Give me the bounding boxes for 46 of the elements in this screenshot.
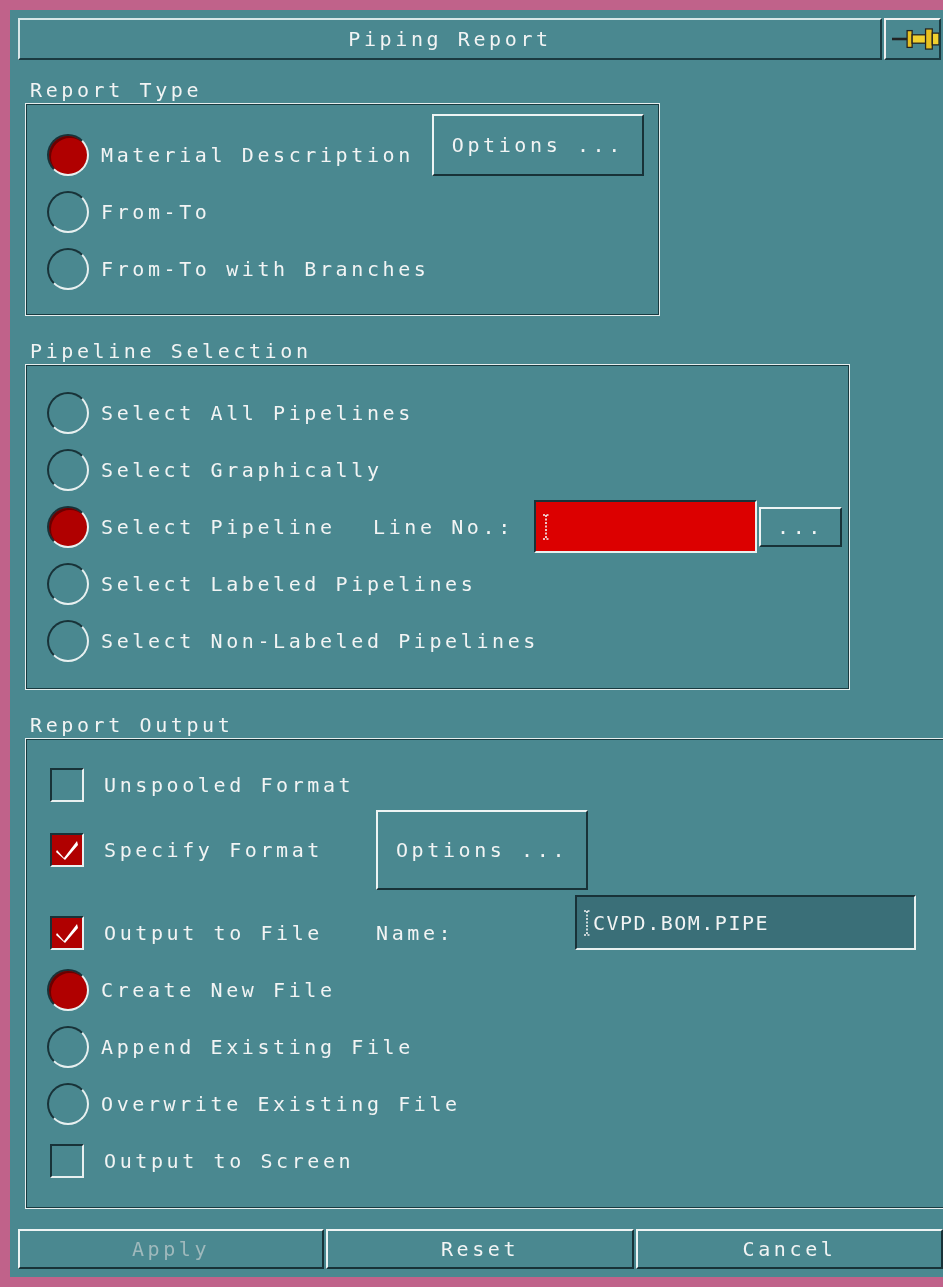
group-label: Report Type xyxy=(29,77,203,103)
option-label: Select Pipeline xyxy=(101,514,337,539)
radio-button-selected[interactable] xyxy=(47,968,89,1011)
radio-button[interactable] xyxy=(47,247,89,290)
checkbox[interactable] xyxy=(50,833,84,867)
option-label: From-To xyxy=(101,199,211,224)
radio-button[interactable] xyxy=(47,1082,89,1125)
option-label: Select Non-Labeled Pipelines xyxy=(101,628,539,653)
radio-button[interactable] xyxy=(47,190,89,233)
option-label: Specify Format xyxy=(104,838,324,862)
line-number-field[interactable] xyxy=(534,500,757,553)
option-label: From-To with Branches xyxy=(101,256,430,281)
checkbox[interactable] xyxy=(50,915,84,950)
option-label: Output to File xyxy=(104,920,324,945)
browse-button[interactable]: ... xyxy=(759,506,842,547)
dialog-button[interactable]: Cancel xyxy=(636,1229,943,1269)
text-cursor-icon xyxy=(583,909,591,936)
radio-button[interactable] xyxy=(47,1025,89,1068)
checkbox[interactable] xyxy=(50,767,84,802)
group-label: Report Output xyxy=(29,712,234,738)
field-label: Line No.: xyxy=(373,514,515,539)
option-label: Material Description xyxy=(101,142,414,167)
option-label: Create New File xyxy=(101,977,336,1002)
file-name-field[interactable]: CVPD.BOM.PIPE xyxy=(575,895,916,950)
option-label: Output to Screen xyxy=(104,1148,355,1173)
option-label: Select All Pipelines xyxy=(101,400,414,425)
option-label: Unspooled Format xyxy=(104,772,355,797)
radio-button-selected[interactable] xyxy=(47,505,89,548)
radio-button[interactable] xyxy=(47,448,89,491)
radio-button[interactable] xyxy=(47,391,89,434)
group-label: Pipeline Selection xyxy=(29,338,312,364)
option-label: Select Labeled Pipelines xyxy=(101,571,477,596)
option-label: Append Existing File xyxy=(101,1034,414,1059)
text-cursor-icon xyxy=(542,513,550,540)
radio-button-selected[interactable] xyxy=(47,133,89,176)
window-title: Piping Report xyxy=(18,18,882,60)
field-label: Name: xyxy=(376,920,456,945)
option-label: Select Graphically xyxy=(101,457,383,482)
dialog-button[interactable]: Reset xyxy=(326,1229,634,1269)
options-button[interactable]: Options ... xyxy=(431,113,644,176)
options-button[interactable]: Options ... xyxy=(376,810,588,890)
radio-button[interactable] xyxy=(47,619,89,662)
radio-button[interactable] xyxy=(47,562,89,605)
option-label: Overwrite Existing File xyxy=(101,1091,461,1116)
pin-button[interactable] xyxy=(884,18,941,60)
checkbox[interactable] xyxy=(50,1143,84,1178)
